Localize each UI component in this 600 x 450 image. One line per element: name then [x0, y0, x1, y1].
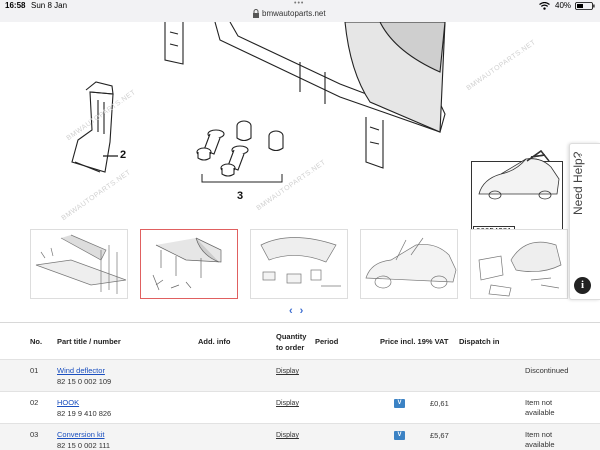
qty-display-link[interactable]: Display: [276, 432, 299, 439]
vehicle-reference-image: [478, 150, 560, 200]
thumbnail-strip: [30, 229, 570, 299]
part-title-link[interactable]: Wind deflector: [57, 366, 105, 375]
header-period: Period: [315, 337, 339, 346]
dispatch-status-line1: Item not: [525, 430, 553, 439]
carousel-nav: ‹›: [289, 305, 310, 317]
chevron-right-icon[interactable]: ›: [300, 305, 311, 317]
thumbnail-5[interactable]: [470, 229, 568, 299]
thumbnail-4[interactable]: [360, 229, 458, 299]
battery-icon: [575, 2, 595, 10]
thumbnail-4-image: [365, 237, 457, 289]
thumbnail-1[interactable]: [30, 229, 128, 299]
header-qty-line1: Quantity: [276, 332, 307, 341]
price: £5,67: [430, 431, 449, 440]
row-part: Conversion kit 82 15 0 002 111: [57, 430, 110, 450]
part-title-link[interactable]: HOOK: [57, 398, 79, 407]
callout-3: 3: [237, 190, 244, 202]
row-no: 03: [30, 430, 39, 439]
more-dots-icon[interactable]: •••: [294, 0, 304, 7]
thumbnail-5-image: [478, 241, 562, 297]
part-title-link[interactable]: Conversion kit: [57, 430, 105, 439]
header-part: Part title / number: [57, 337, 121, 346]
row-part: Wind deflector 82 15 0 002 109: [57, 366, 111, 386]
dispatch-status-line2: available: [525, 440, 555, 449]
vat-badge[interactable]: V: [394, 431, 405, 440]
dispatch-status-line1: Item not: [525, 398, 553, 407]
chevron-left-icon[interactable]: ‹: [289, 305, 300, 317]
header-no: No.: [30, 337, 43, 346]
lock-icon: [253, 9, 259, 18]
dispatch-status-line2: available: [525, 408, 555, 417]
thumbnail-3[interactable]: [250, 229, 348, 299]
table-row: 03 Conversion kit 82 15 0 002 111 Displa…: [0, 423, 600, 450]
parts-diagram: 2 3 00054281 BMWAUTOPARTS.NET BMWAUTOPAR…: [0, 22, 600, 230]
header-price: Price incl. 19% VAT: [380, 337, 449, 346]
address-bar-url[interactable]: bmwautoparts.net: [262, 9, 326, 18]
qty-display-link[interactable]: Display: [276, 368, 299, 375]
dispatch-status: Discontinued: [525, 366, 569, 375]
qty-display-link[interactable]: Display: [276, 400, 299, 407]
battery-percent: 40%: [555, 1, 572, 10]
callout-2: 2: [120, 149, 127, 161]
table-row: 01 Wind deflector 82 15 0 002 109 Displa…: [0, 359, 600, 391]
need-help-label[interactable]: Need Help?: [571, 125, 585, 215]
table-row: 02 HOOK 82 19 9 410 826 Display V £0,61 …: [0, 391, 600, 423]
vat-badge[interactable]: V: [394, 399, 405, 408]
info-icon[interactable]: i: [574, 277, 591, 294]
thumbnail-1-image: [35, 234, 127, 294]
part-number: 82 15 0 002 109: [57, 377, 112, 386]
price: £0,61: [430, 399, 449, 408]
header-qty-line2: to order: [276, 343, 305, 352]
header-dispatch: Dispatch in: [459, 337, 500, 346]
wifi-icon: [539, 2, 550, 10]
header-info: Add. info: [198, 337, 231, 346]
part-number: 82 15 0 002 111: [57, 441, 111, 450]
status-time: 16:58: [5, 1, 26, 10]
table-header: No. Part title / number Add. info Quanti…: [0, 323, 600, 359]
thumbnail-2-image: [152, 237, 222, 291]
parts-table: No. Part title / number Add. info Quanti…: [0, 322, 600, 450]
row-no: 01: [30, 366, 39, 375]
row-no: 02: [30, 398, 39, 407]
row-part: HOOK 82 19 9 410 826: [57, 398, 111, 418]
status-bar: 16:58 Sun 8 Jan ••• bmwautoparts.net 40%: [0, 0, 600, 22]
part-number: 82 19 9 410 826: [57, 409, 112, 418]
status-date: Sun 8 Jan: [31, 1, 68, 10]
thumbnail-3-image: [260, 237, 341, 287]
thumbnail-2[interactable]: [140, 229, 238, 299]
